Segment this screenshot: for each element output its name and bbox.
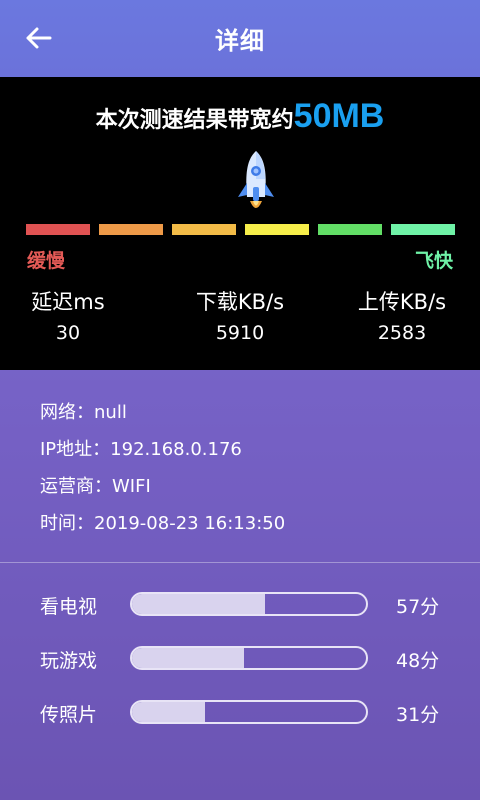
rating-row-gaming: 玩游戏 48分 bbox=[0, 644, 480, 674]
rating-row-tv: 看电视 57分 bbox=[0, 590, 480, 620]
upload-metric: 上传KB/s 2583 bbox=[322, 289, 480, 345]
speed-result-panel: 本次测速结果带宽约50MB 缓慢 飞快 延迟ms 30 下载KB/s 5910 … bbox=[0, 77, 480, 370]
rating-progress-bar bbox=[130, 592, 368, 616]
rating-progress-fill bbox=[132, 594, 266, 614]
download-label: 下载KB/s bbox=[195, 290, 285, 314]
back-button[interactable] bbox=[18, 20, 58, 56]
page-title: 详细 bbox=[215, 27, 265, 55]
latency-metric: 延迟ms 30 bbox=[0, 289, 148, 345]
speed-scale-segment bbox=[99, 224, 163, 235]
rating-score: 48分 bbox=[396, 650, 440, 672]
speed-scale-segment bbox=[245, 224, 309, 235]
speed-scale-segment bbox=[26, 224, 90, 235]
fast-label: 飞快 bbox=[414, 250, 453, 272]
rating-label: 传照片 bbox=[40, 704, 98, 726]
time-row: 时间：2019-08-23 16:13:50 bbox=[40, 513, 286, 534]
latency-value: 30 bbox=[55, 322, 81, 344]
upload-label: 上传KB/s bbox=[357, 290, 447, 314]
slow-label: 缓慢 bbox=[27, 250, 66, 272]
download-value: 5910 bbox=[215, 322, 265, 344]
app-header: 详细 bbox=[0, 0, 480, 77]
speed-scale-segment bbox=[172, 224, 236, 235]
rating-progress-bar bbox=[130, 700, 368, 724]
rating-progress-fill bbox=[132, 648, 245, 668]
latency-label: 延迟ms bbox=[31, 290, 105, 314]
speed-scale-segment bbox=[318, 224, 382, 235]
rating-score: 31分 bbox=[396, 704, 440, 726]
carrier-row: 运营商：WIFI bbox=[40, 476, 151, 497]
divider bbox=[0, 562, 480, 563]
speed-scale-segment bbox=[391, 224, 455, 235]
bandwidth-result-label: 本次测速结果带宽约 bbox=[95, 108, 294, 133]
arrow-left-icon bbox=[26, 27, 52, 49]
upload-value: 2583 bbox=[377, 322, 427, 344]
rocket-icon bbox=[238, 151, 274, 208]
bandwidth-result-value: 50MB bbox=[293, 97, 385, 135]
rating-progress-fill bbox=[132, 702, 205, 722]
rating-progress-bar bbox=[130, 646, 368, 670]
download-metric: 下载KB/s 5910 bbox=[160, 289, 320, 345]
rating-score: 57分 bbox=[396, 596, 440, 618]
rating-label: 看电视 bbox=[40, 596, 98, 618]
rating-label: 玩游戏 bbox=[40, 650, 98, 672]
network-info: 网络：null IP地址：192.168.0.176 运营商：WIFI 时间：2… bbox=[40, 396, 285, 544]
ip-row: IP地址：192.168.0.176 bbox=[40, 439, 242, 460]
bandwidth-result: 本次测速结果带宽约50MB bbox=[0, 97, 480, 136]
network-row: 网络：null bbox=[40, 402, 127, 423]
speed-scale-bar bbox=[26, 224, 456, 236]
rating-row-photos: 传照片 31分 bbox=[0, 698, 480, 728]
